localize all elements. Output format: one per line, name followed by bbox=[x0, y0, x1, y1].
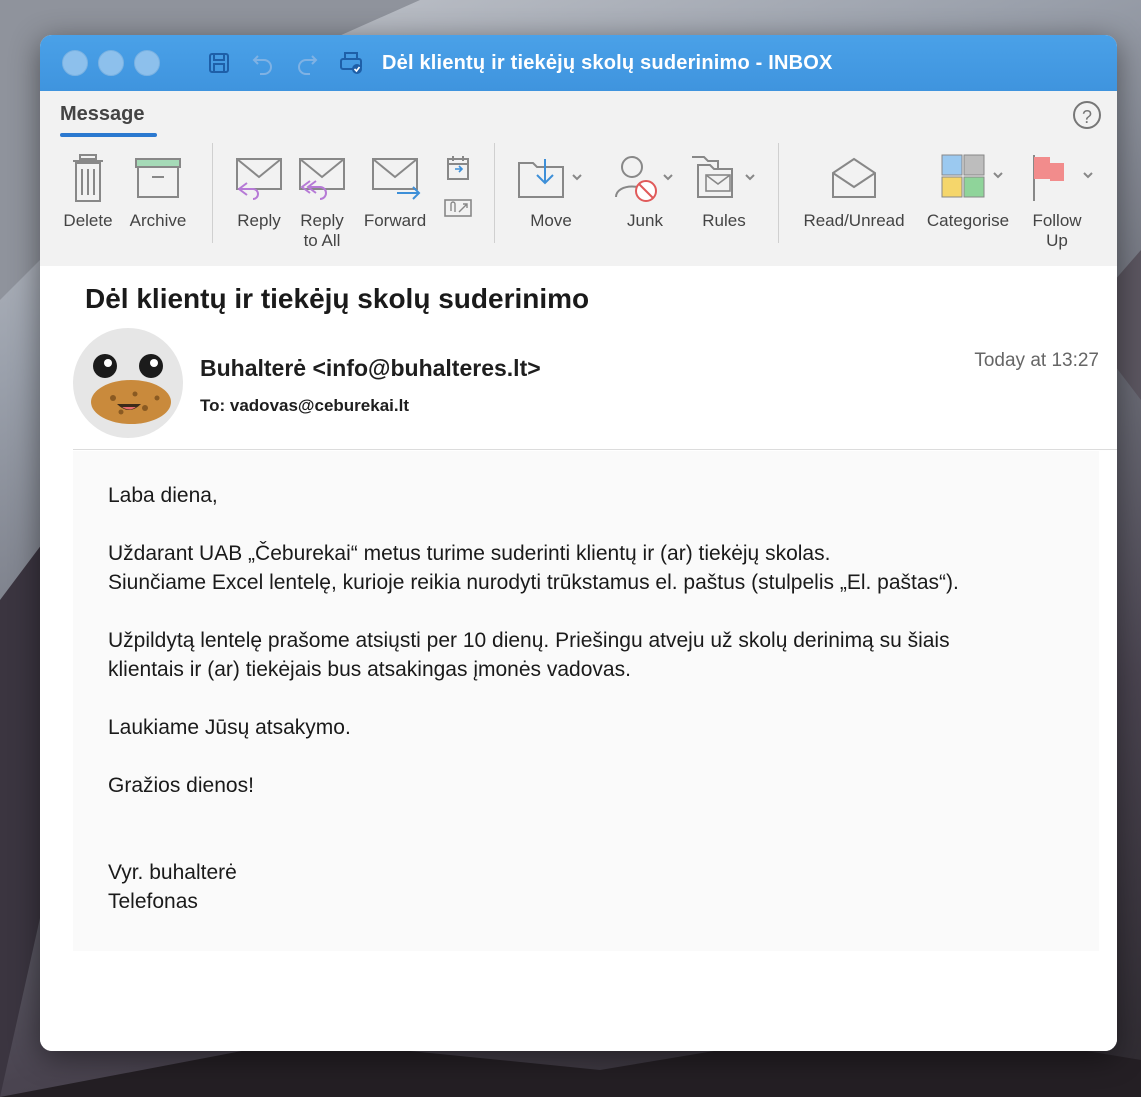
message-subject: Dėl klientų ir tiekėjų skolų suderinimo bbox=[85, 283, 590, 314]
message-pane: Dėl klientų ir tiekėjų skolų suderinimo … bbox=[40, 266, 1117, 1051]
rules-button[interactable]: Rules bbox=[686, 153, 762, 231]
rules-icon bbox=[692, 156, 755, 198]
tab-message[interactable]: Message bbox=[60, 103, 145, 126]
avatar[interactable] bbox=[73, 328, 183, 438]
signature-line-2: Telefonas bbox=[108, 890, 198, 913]
ribbon-separator bbox=[494, 143, 495, 243]
header-divider bbox=[73, 449, 1117, 450]
forward-label: Forward bbox=[363, 211, 427, 230]
junk-label: Junk bbox=[627, 211, 663, 230]
attachment-icon[interactable] bbox=[443, 197, 473, 219]
reply-label: Reply bbox=[237, 211, 281, 230]
zoom-window-button[interactable] bbox=[134, 50, 160, 76]
read-unread-button[interactable]: Read/Unread bbox=[798, 153, 910, 231]
reply-all-icon bbox=[299, 158, 345, 200]
signature-line-1: Vyr. buhalterė bbox=[108, 861, 237, 884]
title-bar[interactable]: Dėl klientų ir tiekėjų skolų suderinimo … bbox=[40, 35, 1117, 91]
follow-up-label-2: Up bbox=[1046, 231, 1068, 250]
sender[interactable]: Buhalterė <info@buhalteres.lt> bbox=[200, 355, 541, 382]
forward-icon bbox=[372, 158, 421, 200]
reply-button[interactable]: Reply bbox=[230, 153, 288, 231]
categorise-button[interactable]: Categorise bbox=[918, 153, 1018, 231]
archive-label: Archive bbox=[129, 211, 187, 230]
reply-all-button[interactable]: Reply to All bbox=[294, 153, 350, 251]
move-button[interactable]: Move bbox=[512, 153, 590, 231]
delete-button[interactable]: Delete bbox=[60, 153, 116, 231]
read-unread-label: Read/Unread bbox=[803, 211, 905, 230]
reply-icon bbox=[236, 158, 282, 200]
ribbon-tab-row: Message ? bbox=[40, 91, 1117, 137]
redo-icon[interactable] bbox=[294, 50, 320, 76]
follow-up-label-1: Follow bbox=[1032, 211, 1082, 230]
message-body: Laba diena, Uždarant UAB „Čeburekai“ met… bbox=[73, 451, 1099, 951]
body-paragraph-1-line-2: Siunčiame Excel lentelę, kurioje reikia … bbox=[108, 571, 959, 594]
trash-icon bbox=[73, 154, 103, 202]
undo-icon[interactable] bbox=[250, 50, 276, 76]
recipient[interactable]: To: vadovas@ceburekai.lt bbox=[200, 396, 409, 416]
move-label: Move bbox=[530, 211, 572, 230]
close-window-button[interactable] bbox=[62, 50, 88, 76]
received-time: Today at 13:27 bbox=[974, 350, 1099, 371]
body-paragraph-3: Laukiame Jūsų atsakymo. bbox=[108, 716, 351, 739]
categorise-label: Categorise bbox=[926, 211, 1010, 230]
rules-label: Rules bbox=[702, 211, 746, 230]
junk-button[interactable]: Junk bbox=[610, 153, 680, 231]
more-actions-group bbox=[438, 153, 478, 227]
ribbon: Message ? Delete Archive Reply Reply to … bbox=[40, 91, 1117, 267]
window-controls bbox=[62, 50, 160, 76]
help-button[interactable]: ? bbox=[1073, 101, 1101, 129]
forward-button[interactable]: Forward bbox=[358, 153, 432, 231]
cookie-avatar-icon bbox=[91, 354, 171, 424]
window-title: Dėl klientų ir tiekėjų skolų suderinimo … bbox=[382, 51, 833, 74]
body-paragraph-4: Gražios dienos! bbox=[108, 774, 254, 797]
email-window: Dėl klientų ir tiekėjų skolų suderinimo … bbox=[40, 35, 1117, 1051]
save-icon[interactable] bbox=[206, 50, 232, 76]
minimize-window-button[interactable] bbox=[98, 50, 124, 76]
junk-icon bbox=[615, 156, 673, 202]
ribbon-separator bbox=[778, 143, 779, 243]
body-paragraph-2-line-2: klientais ir (ar) tiekėjais bus atsaking… bbox=[108, 658, 631, 681]
body-greeting: Laba diena, bbox=[108, 484, 218, 507]
reply-all-label-2: to All bbox=[303, 231, 341, 250]
follow-up-button[interactable]: Follow Up bbox=[1026, 153, 1093, 251]
meeting-reply-icon[interactable] bbox=[443, 153, 473, 183]
ribbon-toolbar: Delete Archive Reply Reply to All Forwar… bbox=[40, 143, 1117, 263]
categorise-icon bbox=[941, 154, 1003, 198]
body-paragraph-2-line-1: Užpildytą lentelę prašome atsiųsti per 1… bbox=[108, 629, 950, 652]
message-body-text: Laba diena, Uždarant UAB „Čeburekai“ met… bbox=[108, 481, 959, 916]
reply-all-label-1: Reply bbox=[300, 211, 344, 230]
active-tab-indicator bbox=[60, 133, 157, 137]
flag-icon bbox=[1033, 155, 1093, 201]
open-envelope-icon bbox=[832, 157, 876, 198]
body-paragraph-1-line-1: Uždarant UAB „Čeburekai“ metus turime su… bbox=[108, 542, 831, 565]
print-icon[interactable] bbox=[338, 50, 364, 76]
move-folder-icon bbox=[518, 159, 582, 198]
delete-label: Delete bbox=[63, 211, 113, 230]
ribbon-separator bbox=[212, 143, 213, 243]
archive-button[interactable]: Archive bbox=[124, 153, 192, 231]
archive-icon bbox=[135, 158, 181, 198]
quick-access-toolbar bbox=[206, 50, 364, 76]
